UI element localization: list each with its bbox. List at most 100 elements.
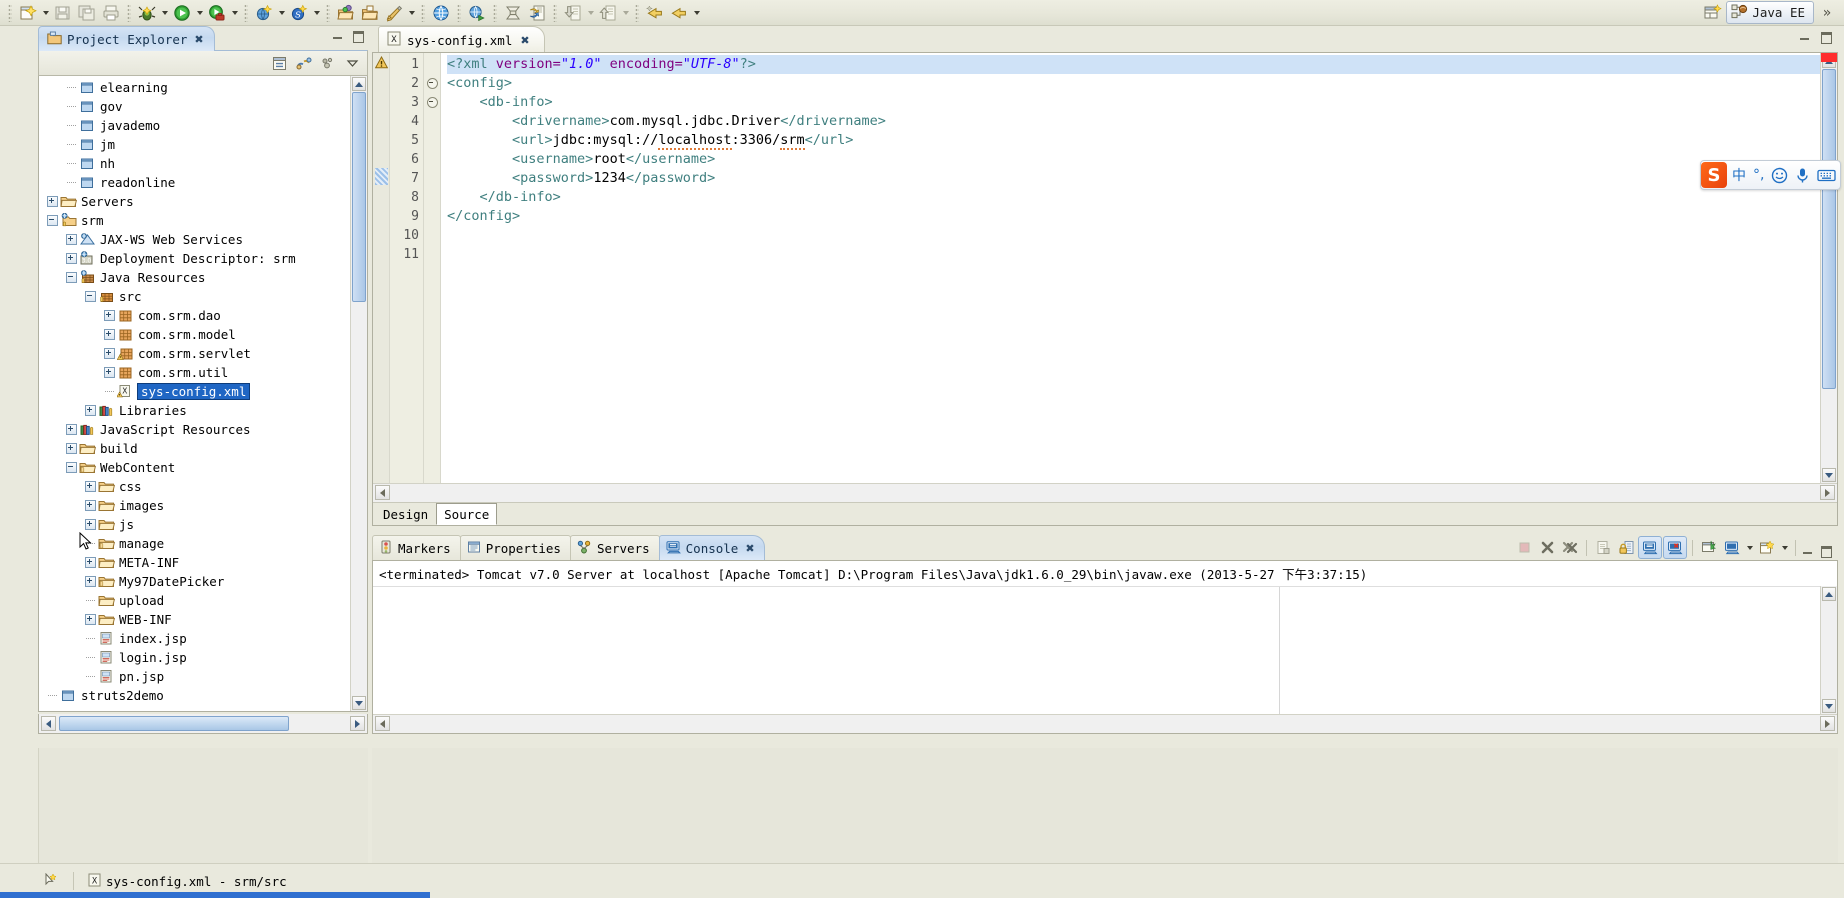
tree-horizontal-scrollbar[interactable]	[38, 714, 368, 734]
tab-project-explorer[interactable]: Project Explorer ✖	[38, 26, 215, 51]
toolbar-grip[interactable]	[635, 3, 639, 22]
code-line[interactable]: </db-info>	[441, 188, 1820, 207]
ime-punctuation[interactable]: °,	[1751, 167, 1766, 183]
scroll-thumb[interactable]	[352, 92, 366, 302]
selection-mode-icon[interactable]	[44, 872, 59, 890]
code-line[interactable]: <password>1234</password>	[441, 169, 1820, 188]
display-selected-console-icon[interactable]	[1721, 537, 1743, 558]
perspective-overflow-icon[interactable]: »	[1814, 5, 1840, 21]
view-menu-icon[interactable]	[317, 53, 339, 73]
tree-item-images[interactable]: images	[39, 496, 350, 515]
tree-item-css[interactable]: css	[39, 477, 350, 496]
tree-item-libraries[interactable]: Libraries	[39, 401, 350, 420]
ime-mode-chinese[interactable]: 中	[1730, 165, 1748, 185]
scroll-down-icon[interactable]	[1822, 699, 1836, 713]
expand-icon[interactable]	[45, 192, 59, 211]
perspective-java-ee-button[interactable]: Java EE	[1726, 1, 1814, 24]
scroll-down-icon[interactable]	[1822, 468, 1836, 482]
editor-source-text[interactable]: <?xml version="1.0" encoding="UTF-8"?> <c…	[441, 53, 1820, 483]
code-line[interactable]: <username>root</username>	[441, 150, 1820, 169]
open-resource-icon[interactable]	[358, 2, 382, 24]
tab-servers[interactable]: Servers	[569, 535, 660, 560]
tree-item-manage[interactable]: manage	[39, 531, 350, 553]
tree-item-readonline[interactable]: readonline	[39, 173, 350, 192]
sash-horizontal[interactable]	[372, 526, 1838, 534]
code-line[interactable]: <db-info>	[441, 93, 1820, 112]
tree-item-upload[interactable]: upload	[39, 591, 350, 610]
export-icon[interactable]	[596, 2, 620, 24]
save-all-icon[interactable]	[75, 2, 99, 24]
tree-item-webcontent[interactable]: WebContent	[39, 458, 350, 477]
tree-item-srm[interactable]: srm	[39, 211, 350, 230]
new-web-service-icon[interactable]	[252, 2, 276, 24]
tree-item-servers[interactable]: Servers	[39, 192, 350, 211]
run-external-tools-icon[interactable]	[205, 2, 229, 24]
tree-item-javascript-resources[interactable]: JavaScript Resources	[39, 420, 350, 439]
expand-icon[interactable]	[83, 553, 97, 572]
remove-all-terminated-icon[interactable]	[1559, 537, 1581, 558]
pin-console-icon[interactable]	[1698, 537, 1720, 558]
web-browser-icon[interactable]	[429, 2, 453, 24]
overview-ruler-error-marker[interactable]	[1821, 53, 1837, 62]
tree-item-com-srm-model[interactable]: com.srm.model	[39, 325, 350, 344]
scroll-left-icon[interactable]	[375, 485, 390, 500]
ime-voice-icon[interactable]	[1793, 167, 1812, 184]
minimize-icon[interactable]	[331, 29, 344, 42]
toolbar-grip[interactable]	[127, 3, 131, 22]
expand-icon[interactable]	[102, 363, 116, 382]
export-dropdown-icon[interactable]	[620, 2, 631, 24]
sogou-logo-icon[interactable]: S	[1701, 162, 1727, 188]
tree-item-java-resources[interactable]: Java Resources	[39, 268, 350, 287]
collapse-icon[interactable]	[83, 287, 97, 306]
debug-dropdown-icon[interactable]	[159, 2, 170, 24]
expand-icon[interactable]	[83, 610, 97, 629]
ime-keyboard-icon[interactable]	[1815, 168, 1838, 183]
expand-icon[interactable]	[64, 439, 78, 458]
close-icon[interactable]: ✖	[520, 34, 529, 47]
expand-icon[interactable]	[64, 230, 78, 249]
project-tree[interactable]: elearning gov javademo jm nh readonline …	[39, 76, 350, 711]
tree-item-jm[interactable]: jm	[39, 135, 350, 154]
import-dropdown-icon[interactable]	[585, 2, 596, 24]
toolbar-grip[interactable]	[457, 3, 461, 22]
previous-annotation-icon[interactable]	[643, 2, 667, 24]
tree-item-meta-inf[interactable]: META-INF	[39, 553, 350, 572]
code-line[interactable]	[441, 226, 1820, 245]
next-annotation-dropdown-icon[interactable]	[691, 2, 702, 24]
code-line[interactable]: </config>	[441, 207, 1820, 226]
console-output-area[interactable]	[373, 586, 1837, 714]
toolbar-grip[interactable]	[8, 3, 12, 22]
tab-sys-config-xml[interactable]: X sys-config.xml ✖	[378, 26, 545, 53]
code-line[interactable]	[441, 245, 1820, 264]
scroll-down-icon[interactable]	[352, 696, 366, 710]
tree-item-src[interactable]: src	[39, 287, 350, 306]
console-horizontal-scrollbar[interactable]	[373, 714, 1837, 733]
scroll-right-icon[interactable]	[350, 716, 365, 731]
expand-icon[interactable]	[64, 420, 78, 439]
tree-item-com-srm-util[interactable]: com.srm.util	[39, 363, 350, 382]
fold-collapse-icon[interactable]	[424, 93, 440, 112]
tree-item-struts2demo[interactable]: struts2demo	[39, 686, 350, 705]
maximize-icon[interactable]	[351, 29, 364, 43]
console-vertical-scrollbar[interactable]	[1820, 586, 1837, 714]
tree-item-build[interactable]: build	[39, 439, 350, 458]
tree-item-elearning[interactable]: elearning	[39, 78, 350, 97]
collapse-icon[interactable]	[64, 268, 78, 287]
toolbar-grip[interactable]	[553, 3, 557, 22]
tree-item-com-srm-servlet[interactable]: com.srm.servlet	[39, 344, 350, 363]
new-java-package-icon[interactable]	[382, 2, 406, 24]
tree-item-pn-jsp[interactable]: pn.jsp	[39, 667, 350, 686]
ime-emoji-icon[interactable]	[1769, 167, 1790, 184]
tree-item-my97datepicker[interactable]: My97DatePicker	[39, 572, 350, 591]
scroll-up-icon[interactable]	[1822, 587, 1836, 601]
scroll-left-icon[interactable]	[41, 716, 56, 731]
console-output-text[interactable]	[373, 586, 1820, 714]
collapse-all-icon[interactable]	[269, 53, 291, 73]
toolbar-grip[interactable]	[493, 3, 497, 22]
expand-icon[interactable]	[102, 344, 116, 363]
deploy-icon[interactable]	[501, 2, 525, 24]
editor-annotation-ruler[interactable]	[373, 53, 390, 483]
hscroll-thumb[interactable]	[59, 716, 289, 731]
tree-item-javademo[interactable]: javademo	[39, 116, 350, 135]
new-wizard-icon[interactable]	[16, 2, 40, 24]
